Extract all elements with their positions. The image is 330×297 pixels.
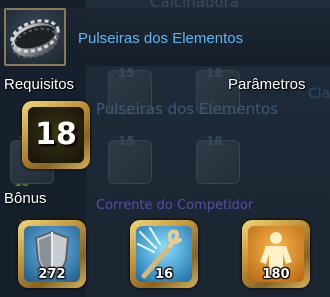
background-subtitle: Corrente do Competidor [96, 198, 254, 213]
requirements-label: Requisitos [4, 76, 75, 93]
bonus-value: 180 [262, 267, 290, 282]
background-slot [196, 140, 240, 184]
background-slot-number: 15 [118, 66, 135, 80]
bonus-label: Bônus [4, 190, 47, 207]
bonus-slot[interactable]: 272 [18, 220, 86, 288]
background-side-text: Clas [308, 86, 330, 102]
background-slot-number: 15 [118, 134, 135, 148]
parameters-label: Parâmetros [228, 76, 306, 93]
background-slot [108, 70, 152, 114]
level-requirement-slot: 18 [22, 101, 90, 169]
background-slot-number: 18 [14, 176, 30, 189]
bonus-value: 272 [38, 267, 66, 282]
background-slot [108, 140, 152, 184]
bracelet-icon [10, 19, 60, 59]
bonus-value: 16 [154, 267, 174, 282]
bonus-slot[interactable]: 16 [130, 220, 198, 288]
item-name: Pulseiras dos Elementos [78, 30, 244, 47]
background-slot-number: 18 [206, 66, 223, 80]
bonus-slot[interactable]: 180 [242, 220, 310, 288]
required-level: 18 [35, 117, 77, 152]
background-slot-number: 18 [206, 134, 223, 148]
background-title: Pulseiras dos Elementos [96, 100, 278, 118]
item-icon-frame [4, 8, 66, 66]
